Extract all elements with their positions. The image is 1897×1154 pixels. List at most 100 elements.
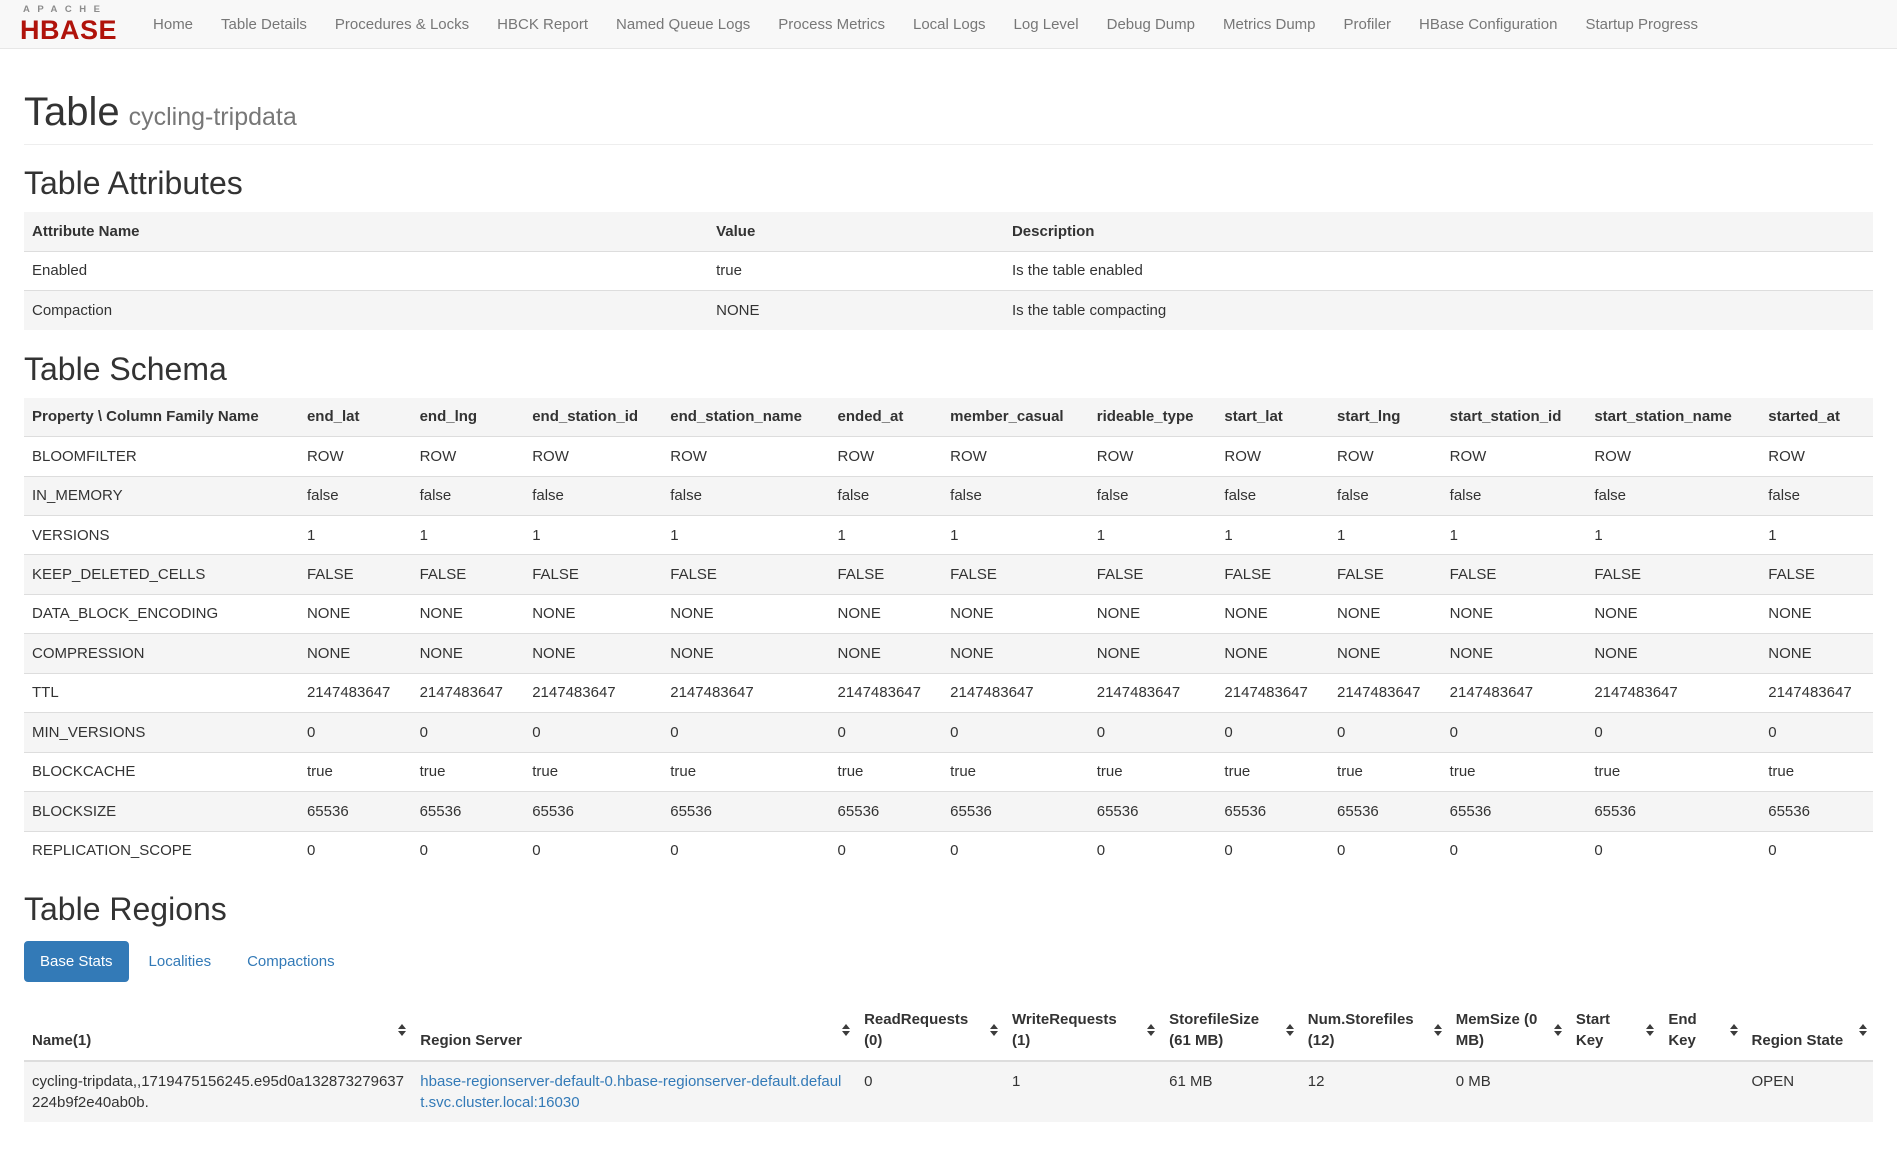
- column-label: MemSize (0 MB): [1456, 1011, 1538, 1049]
- tab-link-localities[interactable]: Localities: [133, 941, 228, 982]
- schema-property-name: IN_MEMORY: [24, 476, 299, 515]
- nav-link-local-logs[interactable]: Local Logs: [899, 0, 1000, 49]
- region-start-key: [1568, 1061, 1660, 1122]
- column-family-ended-at: ended_at: [830, 398, 943, 437]
- nav-link-log-level[interactable]: Log Level: [1000, 0, 1093, 49]
- attributes-header-row: Attribute NameValueDescription: [24, 212, 1873, 251]
- schema-property-value: true: [942, 752, 1089, 791]
- region-column-end-key[interactable]: End Key: [1660, 1000, 1743, 1061]
- schema-property-value: NONE: [1216, 634, 1329, 673]
- schema-property-value: 2147483647: [662, 673, 829, 712]
- nav-item: Procedures & Locks: [321, 0, 483, 49]
- region-column-name-1[interactable]: Name(1): [24, 1000, 412, 1061]
- schema-property-value: 1: [1329, 516, 1442, 555]
- schema-property-value: NONE: [412, 634, 525, 673]
- nav-link-table-details[interactable]: Table Details: [207, 0, 321, 49]
- table-attributes-section: Table Attributes Attribute NameValueDesc…: [24, 166, 1873, 330]
- region-column-num-storefiles-12[interactable]: Num.Storefiles (12): [1300, 1000, 1448, 1061]
- schema-property-value: 0: [1586, 713, 1760, 752]
- schema-property-name: BLOOMFILTER: [24, 437, 299, 476]
- column-label: WriteRequests (1): [1012, 1011, 1117, 1049]
- region-column-start-key[interactable]: Start Key: [1568, 1000, 1660, 1061]
- schema-property-value: NONE: [1329, 634, 1442, 673]
- column-family-member-casual: member_casual: [942, 398, 1089, 437]
- schema-property-value: 0: [524, 831, 662, 870]
- region-column-memsize-0-mb[interactable]: MemSize (0 MB): [1448, 1000, 1568, 1061]
- schema-property-value: 65536: [412, 792, 525, 831]
- region-column-region-state[interactable]: Region State: [1744, 1000, 1873, 1061]
- nav-link-metrics-dump[interactable]: Metrics Dump: [1209, 0, 1330, 49]
- region-region-server: hbase-regionserver-default-0.hbase-regio…: [412, 1061, 856, 1122]
- schema-corner-header: Property \ Column Family Name: [24, 398, 299, 437]
- schema-property-value: 65536: [1329, 792, 1442, 831]
- schema-property-value: true: [299, 752, 412, 791]
- schema-property-value: ROW: [1089, 437, 1217, 476]
- nav-link-home[interactable]: Home: [139, 0, 207, 49]
- nav-item: Profiler: [1330, 0, 1406, 49]
- schema-property-value: false: [524, 476, 662, 515]
- schema-property-value: 65536: [299, 792, 412, 831]
- schema-property-name: BLOCKSIZE: [24, 792, 299, 831]
- hbase-logo[interactable]: APACHE HBASE: [20, 4, 117, 44]
- tab-link-base-stats[interactable]: Base Stats: [24, 941, 129, 982]
- region-server-link[interactable]: hbase-regionserver-default-0.hbase-regio…: [420, 1073, 841, 1111]
- regions-table: Name(1) Region Server ReadRequests (0)Writ…: [24, 1000, 1873, 1122]
- schema-property-value: FALSE: [942, 555, 1089, 594]
- nav-link-profiler[interactable]: Profiler: [1330, 0, 1406, 49]
- schema-row-bloomfilter: BLOOMFILTERROWROWROWROWROWROWROWROWROWRO…: [24, 437, 1873, 476]
- schema-property-value: 2147483647: [1329, 673, 1442, 712]
- region-column-region-server[interactable]: Region Server: [412, 1000, 856, 1061]
- nav-item: Log Level: [1000, 0, 1093, 49]
- region-column-storefilesize-61-mb[interactable]: StorefileSize (61 MB): [1161, 1000, 1300, 1061]
- schema-property-name: BLOCKCACHE: [24, 752, 299, 791]
- schema-property-value: ROW: [1329, 437, 1442, 476]
- attribute-cell: Enabled: [24, 251, 708, 290]
- column-header-attribute-name: Attribute Name: [24, 212, 708, 251]
- schema-property-value: false: [830, 476, 943, 515]
- schema-property-value: NONE: [942, 634, 1089, 673]
- schema-property-value: FALSE: [1760, 555, 1873, 594]
- attributes-heading: Table Attributes: [24, 166, 1873, 201]
- schema-property-value: NONE: [1586, 634, 1760, 673]
- page-header: Tablecycling-tripdata: [24, 90, 1873, 145]
- schema-property-value: 65536: [830, 792, 943, 831]
- attributes-table: Attribute NameValueDescriptionEnabledtru…: [24, 212, 1873, 329]
- top-navbar: APACHE HBASE HomeTable DetailsProcedures…: [0, 0, 1897, 49]
- nav-link-hbase-configuration[interactable]: HBase Configuration: [1405, 0, 1571, 49]
- schema-property-value: false: [1442, 476, 1587, 515]
- nav-link-debug-dump[interactable]: Debug Dump: [1093, 0, 1209, 49]
- schema-row-replication-scope: REPLICATION_SCOPE000000000000: [24, 831, 1873, 870]
- schema-property-value: NONE: [412, 594, 525, 633]
- schema-property-value: 0: [1442, 713, 1587, 752]
- schema-property-value: 0: [1442, 831, 1587, 870]
- region-column-readrequests-0[interactable]: ReadRequests (0): [856, 1000, 1004, 1061]
- schema-property-value: 0: [524, 713, 662, 752]
- schema-property-value: true: [830, 752, 943, 791]
- nav-item: Home: [139, 0, 207, 49]
- nav-link-process-metrics[interactable]: Process Metrics: [764, 0, 899, 49]
- nav-item: Process Metrics: [764, 0, 899, 49]
- schema-property-value: NONE: [1586, 594, 1760, 633]
- nav-link-procedures-locks[interactable]: Procedures & Locks: [321, 0, 483, 49]
- schema-property-value: 0: [412, 831, 525, 870]
- schema-property-value: 1: [1760, 516, 1873, 555]
- column-label: Region State: [1752, 1032, 1844, 1049]
- region-column-writerequests-1[interactable]: WriteRequests (1): [1004, 1000, 1161, 1061]
- schema-row-blockcache: BLOCKCACHEtruetruetruetruetruetruetruetr…: [24, 752, 1873, 791]
- schema-property-value: 0: [942, 831, 1089, 870]
- schema-property-value: false: [1089, 476, 1217, 515]
- schema-property-value: false: [942, 476, 1089, 515]
- column-label: Region Server: [420, 1032, 522, 1049]
- region-name: cycling-tripdata,,1719475156245.e95d0a13…: [24, 1061, 412, 1122]
- schema-property-value: FALSE: [1216, 555, 1329, 594]
- schema-property-name: REPLICATION_SCOPE: [24, 831, 299, 870]
- tab-link-compactions[interactable]: Compactions: [231, 941, 351, 982]
- schema-property-value: FALSE: [299, 555, 412, 594]
- nav-link-hbck-report[interactable]: HBCK Report: [483, 0, 602, 49]
- schema-property-value: NONE: [1089, 634, 1217, 673]
- schema-heading: Table Schema: [24, 352, 1873, 387]
- tab-compactions: Compactions: [231, 941, 351, 982]
- nav-link-named-queue-logs[interactable]: Named Queue Logs: [602, 0, 764, 49]
- tab-localities: Localities: [133, 941, 228, 982]
- nav-link-startup-progress[interactable]: Startup Progress: [1571, 0, 1712, 49]
